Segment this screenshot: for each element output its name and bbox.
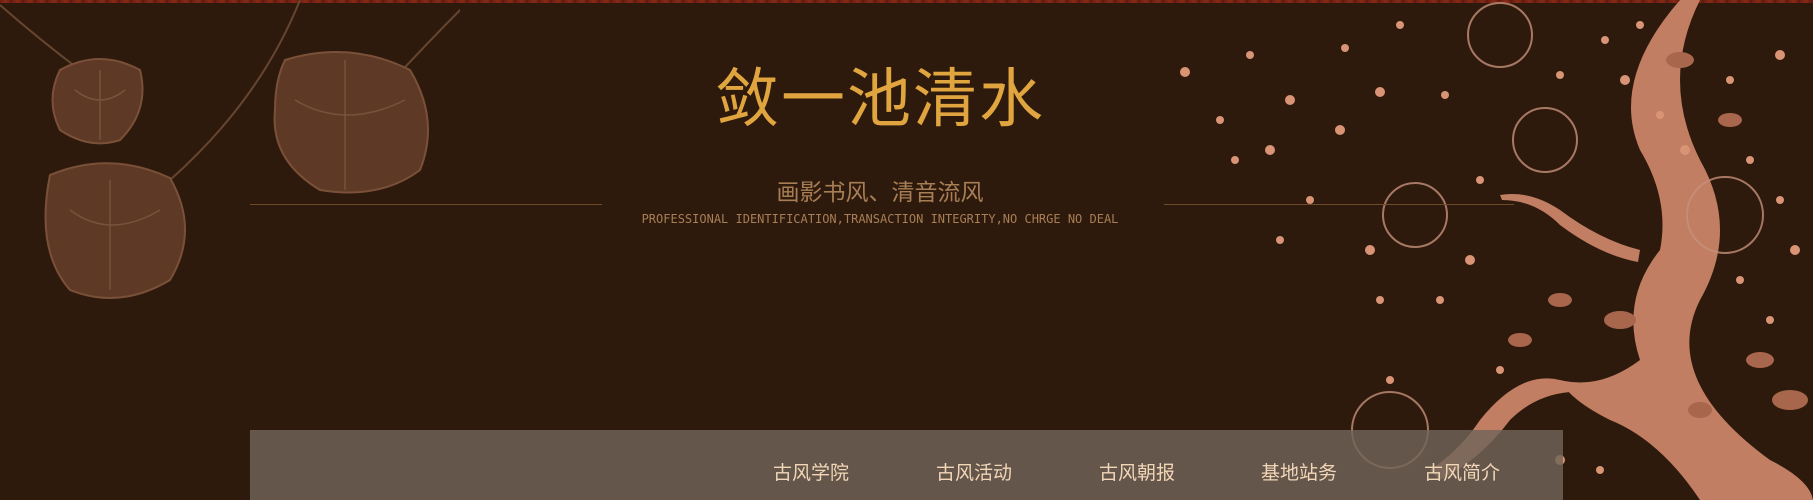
site-subtitle: 画影书风、清音流风	[776, 180, 984, 206]
nav-item-academy[interactable]: 古风学院	[773, 460, 849, 486]
nav-item-activities[interactable]: 古风活动	[936, 460, 1012, 486]
site-tagline: PROFESSIONAL IDENTIFICATION,TRANSACTION …	[641, 212, 1119, 226]
hanging-flowers-decoration	[0, 0, 460, 299]
site-title: 敛一池清水	[715, 63, 1045, 137]
divider-right	[1164, 204, 1514, 205]
main-navbar: 古风学院 古风活动 古风朝报 基地站务 古风简介	[250, 430, 1563, 500]
nav-item-site-affairs[interactable]: 基地站务	[1261, 460, 1337, 486]
nav-item-daily-news[interactable]: 古风朝报	[1099, 460, 1175, 486]
nav-item-about[interactable]: 古风简介	[1424, 460, 1500, 486]
divider-left	[250, 204, 602, 205]
tree-bubbles-decoration	[1180, 0, 1813, 500]
